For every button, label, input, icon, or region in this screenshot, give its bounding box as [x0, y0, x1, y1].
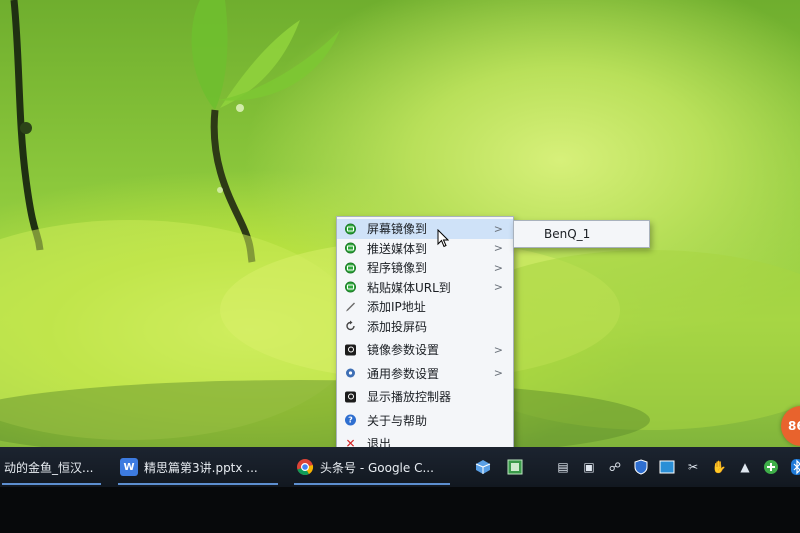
- menu-item-label: 添加IP地址: [367, 300, 426, 315]
- menu-item-add-cast-code[interactable]: 添加投屏码: [337, 317, 513, 337]
- green-circle-icon: [345, 223, 356, 235]
- menu-item-label: 添加投屏码: [367, 319, 428, 334]
- cube-icon[interactable]: [474, 458, 492, 476]
- taskbar-app-1[interactable]: 动的金鱼_恒汉...: [0, 447, 103, 487]
- shield-icon[interactable]: [632, 458, 650, 476]
- menu-item-label: 粘贴媒体URL到: [367, 280, 451, 295]
- submenu-device-list: BenQ_1: [513, 220, 650, 248]
- system-tray: ▤ ▣ ☍ ✂ ✋ ▲ ⌃: [550, 447, 800, 487]
- pen-icon: [345, 301, 356, 312]
- chrome-icon: [296, 458, 314, 476]
- menu-item-label: 显示播放控制器: [367, 390, 452, 405]
- taskbar-pinned: [470, 447, 528, 487]
- taskbar-app-label: 动的金鱼_恒汉...: [4, 460, 94, 475]
- help-icon: ?: [345, 414, 356, 426]
- menu-item-add-ip[interactable]: 添加IP地址: [337, 297, 513, 317]
- taskbar-app-wps[interactable]: W 精思篇第3讲.pptx ...: [116, 447, 280, 487]
- controller-icon: [345, 391, 356, 403]
- screen-bezel: [0, 487, 800, 533]
- wps-icon: W: [120, 458, 138, 476]
- menu-item-push-media[interactable]: 推送媒体到 >: [337, 239, 513, 259]
- chevron-right-icon: >: [493, 280, 503, 294]
- menu-item-screen-mirror[interactable]: 屏幕镜像到 >: [337, 219, 513, 239]
- screen-icon: [345, 344, 356, 356]
- screen-capture-icon[interactable]: [658, 458, 676, 476]
- network-icon[interactable]: ☍: [606, 458, 624, 476]
- chevron-right-icon: >: [493, 343, 503, 357]
- taskbar-app-chrome[interactable]: 头条号 - Google C...: [292, 447, 452, 487]
- menu-item-label: 屏幕镜像到: [367, 222, 428, 237]
- chevron-right-icon: >: [493, 241, 503, 255]
- taskbar-app-label: 精思篇第3讲.pptx ...: [144, 460, 258, 475]
- menu-item-paste-media-url[interactable]: 粘贴媒体URL到 >: [337, 278, 513, 298]
- menu-item-general-settings[interactable]: 通用参数设置 >: [337, 364, 513, 384]
- submenu-item-device[interactable]: BenQ_1: [544, 227, 590, 241]
- menu-item-label: 推送媒体到: [367, 241, 428, 256]
- chevron-right-icon: >: [493, 222, 503, 236]
- menu-item-label: 关于与帮助: [367, 413, 428, 428]
- taskbar: 动的金鱼_恒汉... W 精思篇第3讲.pptx ... 头条号 - Googl…: [0, 447, 800, 487]
- green-app-icon[interactable]: [506, 458, 524, 476]
- refresh-icon: [345, 320, 356, 332]
- chevron-right-icon: >: [493, 366, 503, 380]
- menu-item-label: 通用参数设置: [367, 366, 440, 381]
- bluetooth-icon[interactable]: [788, 458, 800, 476]
- menu-item-show-controller[interactable]: 显示播放控制器: [337, 387, 513, 407]
- chevron-right-icon: >: [493, 261, 503, 275]
- plus-icon[interactable]: [762, 458, 780, 476]
- green-circle-icon: [345, 262, 356, 274]
- scissors-icon[interactable]: ✂: [684, 458, 702, 476]
- menu-item-about-help[interactable]: ? 关于与帮助: [337, 411, 513, 431]
- menu-item-mirror-settings[interactable]: 镜像参数设置 >: [337, 340, 513, 360]
- menu-item-label: 程序镜像到: [367, 261, 428, 276]
- context-menu: 屏幕镜像到 > 推送媒体到 > 程序镜像到 > 粘贴媒体URL到 > 添加IP地…: [336, 216, 514, 464]
- document-icon[interactable]: ▤: [554, 458, 572, 476]
- cast-icon[interactable]: ▣: [580, 458, 598, 476]
- green-circle-icon: [345, 281, 356, 293]
- gear-icon: [345, 368, 356, 379]
- taskbar-app-label: 头条号 - Google C...: [320, 460, 434, 475]
- menu-item-label: 镜像参数设置: [367, 343, 440, 358]
- bell-icon[interactable]: ▲: [736, 458, 754, 476]
- mouse-cursor-icon: [437, 229, 449, 248]
- green-circle-icon: [345, 242, 356, 254]
- menu-item-app-mirror[interactable]: 程序镜像到 >: [337, 258, 513, 278]
- hand-icon[interactable]: ✋: [710, 458, 728, 476]
